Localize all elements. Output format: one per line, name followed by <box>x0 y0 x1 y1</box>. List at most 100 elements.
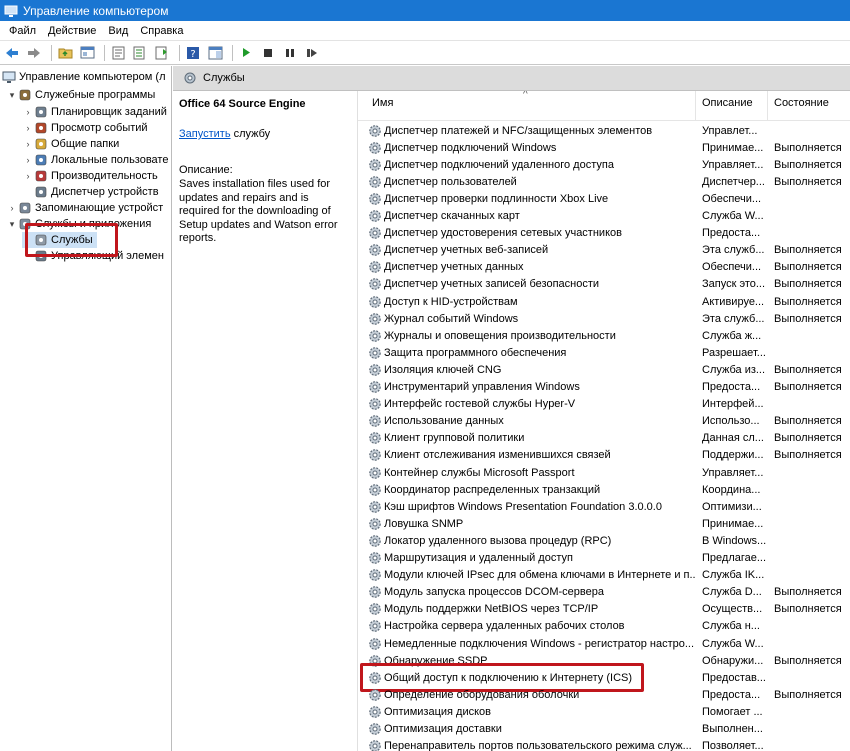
service-row[interactable]: Маршрутизация и удаленный доступ Предлага… <box>358 550 850 567</box>
service-name-cell: Клиент отслеживания изменившихся связей <box>368 448 696 462</box>
tree-item-label: Локальные пользовате <box>51 154 169 166</box>
service-row[interactable]: Контейнер службы Microsoft Passport Управ… <box>358 464 850 481</box>
tree-item-8[interactable]: › Запоминающие устройст <box>6 200 164 216</box>
toolbar-separator <box>51 44 52 61</box>
tree-item-7[interactable]: Диспетчер устройств <box>22 184 159 200</box>
service-row[interactable]: Диспетчер подключений Windows Принимае...… <box>358 139 850 156</box>
service-row[interactable]: Клиент отслеживания изменившихся связей П… <box>358 447 850 464</box>
pause-icon[interactable] <box>281 44 299 62</box>
menu-help[interactable]: Справка <box>134 25 189 37</box>
chevron-down-icon[interactable]: ▾ <box>6 219 18 230</box>
up-folder-icon[interactable] <box>56 44 74 62</box>
column-status-header[interactable]: Состояние <box>768 91 850 121</box>
service-status: Выполняется <box>774 295 842 308</box>
service-row[interactable]: Диспетчер скачанных карт Служба W... <box>358 208 850 225</box>
tree-item-6[interactable]: › Производительность <box>22 168 158 184</box>
chevron-right-icon[interactable]: › <box>22 123 34 133</box>
service-row[interactable]: Доступ к HID-устройствам Активируе... Выпо… <box>358 293 850 310</box>
service-gear-icon <box>369 483 381 496</box>
tree-item-4[interactable]: › Общие папки <box>22 136 120 152</box>
service-row[interactable]: Координатор распределенных транзакций Коо… <box>358 481 850 498</box>
tree-item-1[interactable]: ▾ Служебные программы <box>6 87 156 103</box>
service-row[interactable]: Определение оборудования оболочки Предост… <box>358 686 850 703</box>
service-row[interactable]: Ловушка SNMP Принимае... <box>358 515 850 532</box>
service-name: Диспетчер учетных веб-записей <box>384 244 549 257</box>
computer-management-icon <box>4 5 18 17</box>
service-row[interactable]: Диспетчер учетных веб-записей Эта служб..… <box>358 242 850 259</box>
service-status: Выполняется <box>774 158 842 171</box>
service-row[interactable]: Интерфейс гостевой службы Hyper-V Интерфе… <box>358 396 850 413</box>
service-name: Интерфейс гостевой службы Hyper-V <box>384 398 576 411</box>
service-description: Принимае... <box>702 141 764 154</box>
service-row[interactable]: Диспетчер платежей и NFC/защищенных элем… <box>358 122 850 139</box>
service-row[interactable]: Использование данных Использо... Выполняет… <box>358 413 850 430</box>
window-title: Управление компьютером <box>23 3 169 18</box>
forward-arrow-icon[interactable] <box>25 44 43 62</box>
chevron-right-icon[interactable]: › <box>22 155 34 165</box>
service-row[interactable]: Диспетчер удостоверения сетевых участник… <box>358 225 850 242</box>
refresh-icon[interactable] <box>153 44 171 62</box>
chevron-right-icon[interactable]: › <box>6 203 18 213</box>
service-row[interactable]: Клиент групповой политики Данная сл... Вып… <box>358 430 850 447</box>
service-row[interactable]: Диспетчер учетных записей безопасности За… <box>358 276 850 293</box>
service-description: Обеспечи... <box>702 261 762 274</box>
tree-root[interactable]: Управление компьютером (л <box>2 69 166 85</box>
export-icon[interactable] <box>131 44 149 62</box>
service-status: Выполняется <box>774 432 842 445</box>
service-row[interactable]: Диспетчер проверки подлинности Xbox Live… <box>358 190 850 207</box>
service-name-cell: Журналы и оповещения производительности <box>368 329 696 343</box>
service-gear-icon <box>369 261 381 274</box>
stop-icon[interactable] <box>259 44 277 62</box>
service-row[interactable]: Перенаправитель портов пользовательского… <box>358 738 850 751</box>
service-row[interactable]: Журнал событий Windows Эта служб... Выполн… <box>358 310 850 327</box>
service-name-cell: Диспетчер учетных веб-записей <box>368 243 696 257</box>
show-tree-icon[interactable] <box>78 44 96 62</box>
service-row[interactable]: Модуль запуска процессов DCOM-сервера Слу… <box>358 584 850 601</box>
service-row[interactable]: Модуль поддержки NetBIOS через TCP/IP Осу… <box>358 601 850 618</box>
service-gear-icon <box>369 740 381 751</box>
service-row[interactable]: Модули ключей IPsec для обмена ключами в… <box>358 567 850 584</box>
service-gear-icon <box>369 706 381 718</box>
menu-file[interactable]: Файл <box>3 25 42 37</box>
service-row[interactable]: Кэш шрифтов Windows Presentation Foundat… <box>358 498 850 515</box>
service-row[interactable]: Диспетчер пользователей Диспетчер... Выпол… <box>358 173 850 190</box>
service-row[interactable]: Инструментарий управления Windows Предост… <box>358 379 850 396</box>
menu-action[interactable]: Действие <box>42 25 102 37</box>
tree-item-5[interactable]: › Локальные пользовате <box>22 152 169 168</box>
chevron-down-icon[interactable]: ▾ <box>6 90 18 101</box>
selected-service-name: Office 64 Source Engine <box>179 98 306 110</box>
service-row[interactable]: Диспетчер учетных данных Обеспечи... Выпол… <box>358 259 850 276</box>
column-name-header[interactable]: ^ Имя <box>358 91 696 121</box>
column-description-header[interactable]: Описание <box>696 91 768 121</box>
tree-item-3[interactable]: › Просмотр событий <box>22 120 148 136</box>
service-row[interactable]: Изоляция ключей CNG Служба из... Выполняет… <box>358 361 850 378</box>
service-details-pane: Office 64 Source Engine Запустить службу… <box>173 91 357 751</box>
service-row[interactable]: Оптимизация дисков Помогает ... <box>358 703 850 720</box>
service-row[interactable]: Защита программного обеспечения Разрешает… <box>358 344 850 361</box>
service-status: Выполняется <box>774 141 842 154</box>
service-name-cell: Изоляция ключей CNG <box>368 363 696 377</box>
service-row[interactable]: Журналы и оповещения производительности С… <box>358 327 850 344</box>
service-row[interactable]: Диспетчер подключений удаленного доступа… <box>358 156 850 173</box>
service-description: Диспетчер... <box>702 175 765 188</box>
menu-view[interactable]: Вид <box>102 25 134 37</box>
back-arrow-icon[interactable] <box>3 44 21 62</box>
service-description: Принимае... <box>702 517 764 530</box>
service-gear-icon <box>369 723 381 735</box>
service-row[interactable]: Немедленные подключения Windows - регист… <box>358 635 850 652</box>
service-row[interactable]: Локатор удаленного вызова процедур (RPC)… <box>358 532 850 549</box>
start-service-link[interactable]: Запустить <box>179 128 231 140</box>
help-icon[interactable]: ? <box>184 44 202 62</box>
service-row[interactable]: Настройка сервера удаленных рабочих стол… <box>358 618 850 635</box>
chevron-right-icon[interactable]: › <box>22 107 34 117</box>
tree-item-2[interactable]: › Планировщик заданий <box>22 104 167 120</box>
chevron-right-icon[interactable]: › <box>22 139 34 149</box>
chevron-right-icon[interactable]: › <box>22 171 34 181</box>
service-row[interactable]: Оптимизация доставки Выполнен... <box>358 721 850 738</box>
details-view-icon[interactable] <box>206 44 224 62</box>
play-icon[interactable] <box>237 44 255 62</box>
restart-icon[interactable] <box>303 44 321 62</box>
properties-icon[interactable] <box>109 44 127 62</box>
performance-icon <box>35 170 47 182</box>
service-name: Журнал событий Windows <box>384 312 519 325</box>
